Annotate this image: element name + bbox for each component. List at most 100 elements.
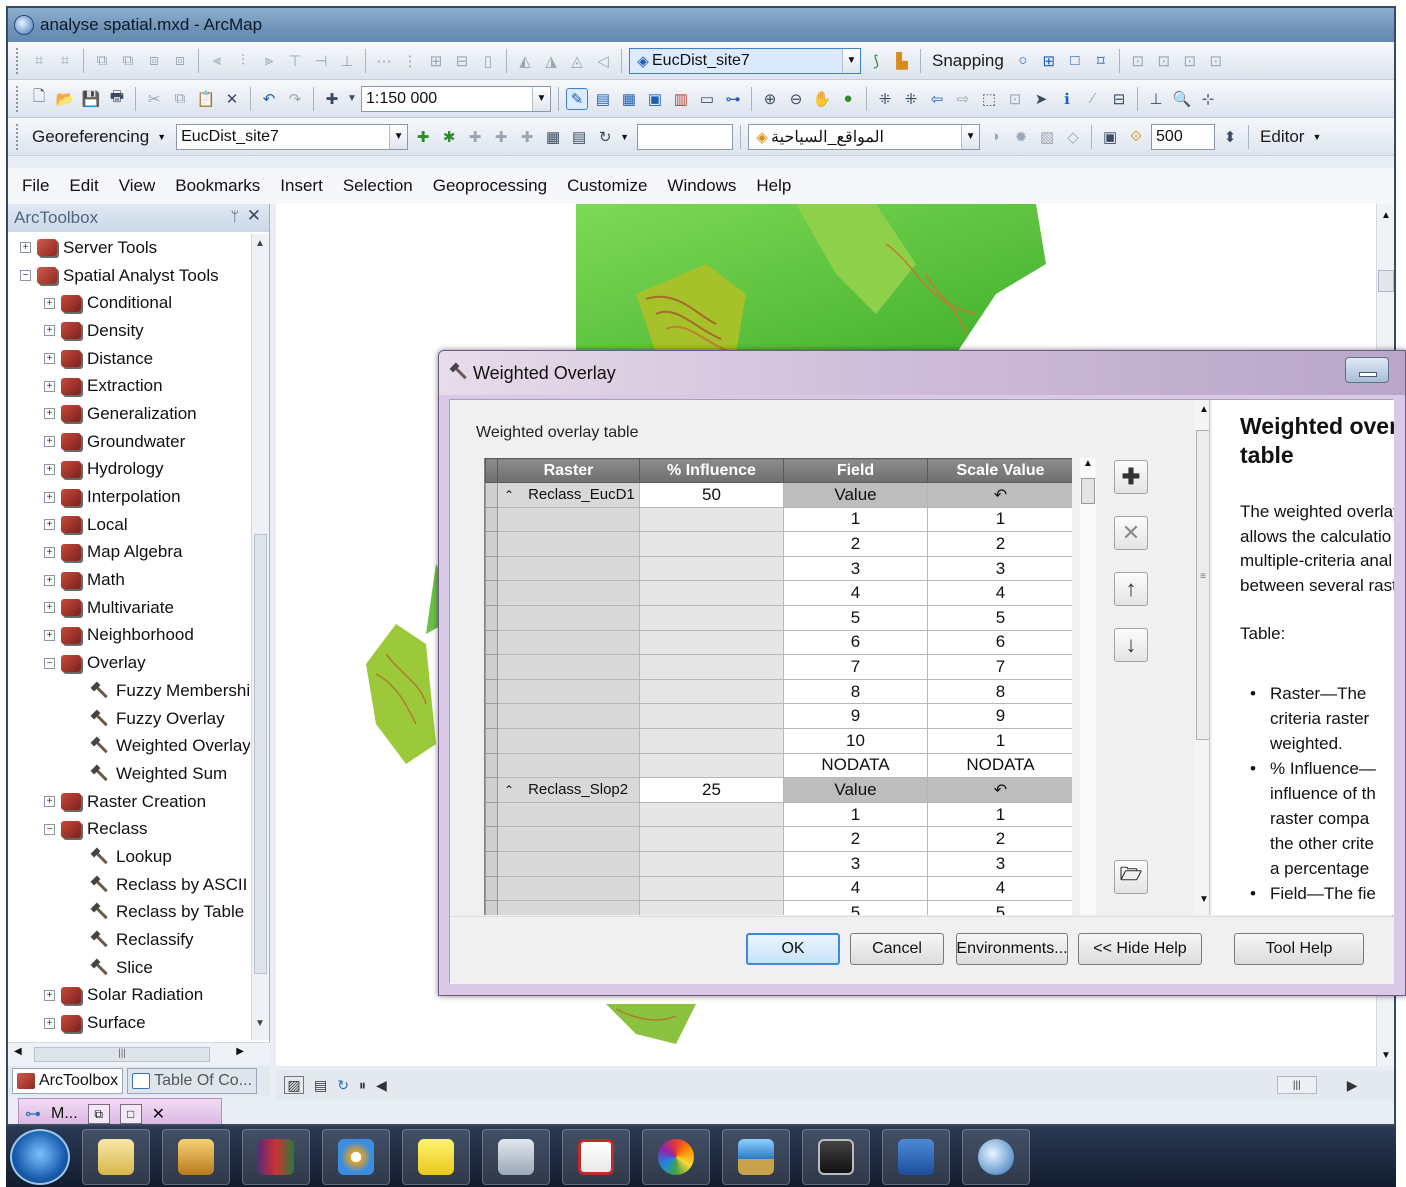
tree-item[interactable]: − Spatial Analyst Tools bbox=[8, 262, 250, 290]
scroll-down-icon[interactable]: ▼ bbox=[1381, 1050, 1391, 1061]
add-control-points-icon[interactable]: ✚ bbox=[412, 126, 434, 148]
brightness-icon[interactable]: ✹ bbox=[1010, 126, 1032, 148]
taskbar-pdf[interactable] bbox=[562, 1128, 630, 1185]
rotate-icon[interactable]: ↻ bbox=[594, 126, 616, 148]
undo-icon[interactable]: ↶ bbox=[994, 487, 1007, 504]
find-icon[interactable]: 🔍 bbox=[1171, 88, 1193, 110]
toolbox-horizontal-scrollbar[interactable]: ◀ ||| ▶ bbox=[8, 1042, 270, 1066]
effects-icon[interactable]: ⟆ bbox=[865, 50, 887, 72]
scroll-right-icon[interactable]: ▶ bbox=[236, 1046, 244, 1057]
chevron-down-icon[interactable]: ▼ bbox=[620, 132, 629, 142]
distribute-icon[interactable]: ⋯ bbox=[373, 50, 395, 72]
disabled-tool-icon[interactable]: ⊡ bbox=[1127, 50, 1149, 72]
restore-icon[interactable]: ⧉ bbox=[87, 1104, 110, 1124]
scale-value-cell[interactable]: 9 bbox=[927, 703, 1072, 729]
new-document-icon[interactable]: 🗋 bbox=[28, 88, 50, 110]
tree-item[interactable]: + Extraction bbox=[8, 372, 250, 400]
taskbar-photo-viewer[interactable] bbox=[722, 1128, 790, 1185]
table-scrollbar[interactable]: ▲ bbox=[1080, 458, 1096, 914]
scroll-thumb[interactable]: ≡ bbox=[1196, 430, 1209, 740]
print-icon[interactable]: 🖶 bbox=[106, 88, 128, 110]
row-selector[interactable] bbox=[485, 506, 498, 533]
taskbar-winrar[interactable] bbox=[242, 1128, 310, 1185]
table-row[interactable]: 88 bbox=[485, 678, 1072, 705]
tree-item[interactable]: + Generalization bbox=[8, 400, 250, 428]
vertex-snap-icon[interactable]: □ bbox=[1064, 50, 1086, 72]
collapse-icon[interactable]: − bbox=[20, 270, 31, 282]
redo-icon[interactable]: ↷ bbox=[284, 88, 306, 110]
expand-icon[interactable]: + bbox=[44, 408, 55, 420]
layout-tool-icon[interactable]: ⌗ bbox=[54, 50, 76, 72]
move-down-button[interactable]: ↓ bbox=[1114, 628, 1148, 662]
scale-value-cell[interactable]: 4 bbox=[927, 580, 1072, 606]
scroll-down-icon[interactable]: ▼ bbox=[1199, 894, 1209, 905]
chevron-down-icon[interactable]: ▼ bbox=[389, 124, 408, 149]
menu-geoprocessing[interactable]: Geoprocessing bbox=[433, 176, 547, 196]
chevron-down-icon[interactable]: ▼ bbox=[1312, 132, 1321, 142]
model-builder-mini-window[interactable]: ⊶ M... ⧉ □ ✕ bbox=[18, 1098, 222, 1124]
menu-file[interactable]: File bbox=[22, 176, 49, 196]
group-icon[interactable]: ⧉ bbox=[91, 50, 113, 72]
tree-item[interactable]: Weighted Sum bbox=[8, 760, 250, 788]
undo-icon[interactable]: ↶ bbox=[994, 782, 1007, 799]
scale-value-cell[interactable]: 8 bbox=[927, 678, 1072, 705]
tree-item[interactable]: + Local bbox=[8, 511, 250, 539]
end-snap-icon[interactable]: ⊞ bbox=[1038, 50, 1060, 72]
scale-value-cell[interactable]: 7 bbox=[927, 654, 1072, 680]
tree-item[interactable]: + Hydrology bbox=[8, 456, 250, 484]
scroll-thumb[interactable] bbox=[254, 534, 267, 974]
expand-icon[interactable]: + bbox=[44, 796, 55, 808]
taskbar-movie-maker[interactable] bbox=[802, 1128, 870, 1185]
hide-help-button[interactable]: << Hide Help bbox=[1078, 933, 1202, 965]
georef-layer-combo[interactable]: EucDist_site7 ▼ bbox=[176, 123, 409, 150]
row-selector[interactable] bbox=[485, 654, 498, 680]
undo-icon[interactable]: ↶ bbox=[258, 88, 280, 110]
expand-icon[interactable]: + bbox=[44, 297, 55, 309]
align-top-icon[interactable]: ⊤ bbox=[284, 50, 306, 72]
tree-item[interactable]: − Overlay bbox=[8, 649, 250, 677]
expand-icon[interactable]: + bbox=[44, 602, 55, 614]
expand-icon[interactable]: + bbox=[44, 491, 55, 503]
table-row[interactable]: 10 1 bbox=[485, 727, 1072, 754]
scroll-up-icon[interactable]: ▲ bbox=[1381, 210, 1391, 221]
flicker-rate-input[interactable]: 500 bbox=[1151, 123, 1216, 150]
collapse-icon[interactable]: ⌃ bbox=[504, 488, 514, 502]
expand-icon[interactable]: + bbox=[44, 436, 55, 448]
send-back-icon[interactable]: ⧈ bbox=[169, 50, 191, 72]
tree-item[interactable]: Slice bbox=[8, 954, 250, 982]
scroll-thumb[interactable]: ||| bbox=[1276, 1076, 1317, 1094]
table-row[interactable]: 11 bbox=[485, 506, 1072, 533]
toolbar-grip[interactable] bbox=[16, 85, 20, 112]
scale-value-cell[interactable]: 3 bbox=[927, 850, 1072, 877]
table-row[interactable]: 22 bbox=[485, 826, 1072, 852]
tree-item[interactable]: Reclass by Table bbox=[8, 899, 250, 927]
scroll-up-icon[interactable]: ▲ bbox=[1083, 458, 1093, 469]
align-right-icon[interactable]: ⫸ bbox=[258, 50, 280, 72]
scale-value-cell[interactable]: 5 bbox=[927, 604, 1072, 631]
scale-value-cell[interactable]: 6 bbox=[927, 629, 1072, 656]
expand-icon[interactable]: + bbox=[44, 989, 55, 1001]
scale-value-cell[interactable]: 4 bbox=[927, 875, 1072, 902]
environments-button[interactable]: Environments... bbox=[956, 933, 1068, 965]
row-selector[interactable] bbox=[485, 826, 498, 852]
scale-combo[interactable]: 1:150 000 ▼ bbox=[361, 85, 551, 112]
paste-icon[interactable]: 📋 bbox=[195, 88, 217, 110]
control-point-icon[interactable]: ✚ bbox=[464, 126, 486, 148]
toolbox-vertical-scrollbar[interactable]: ▲ ▼ bbox=[251, 234, 269, 1040]
table-row[interactable]: 22 bbox=[485, 531, 1072, 557]
chevron-down-icon[interactable]: ▼ bbox=[347, 88, 357, 110]
remove-raster-button[interactable]: ✕ bbox=[1114, 516, 1148, 550]
tree-item[interactable]: + Map Algebra bbox=[8, 539, 250, 567]
pan-icon[interactable]: ✋ bbox=[811, 88, 833, 110]
scale-value-cell[interactable]: 1 bbox=[927, 727, 1072, 754]
save-icon[interactable]: 💾 bbox=[80, 88, 102, 110]
disabled-tool-icon[interactable]: ⊡ bbox=[1153, 50, 1175, 72]
align-center-icon[interactable]: ⫶ bbox=[232, 50, 254, 72]
zoom-in-icon[interactable]: ⊕ bbox=[759, 88, 781, 110]
tab-arctoolbox[interactable]: ArcToolbox bbox=[12, 1068, 124, 1094]
zoom-out-icon[interactable]: ⊖ bbox=[785, 88, 807, 110]
tree-item[interactable]: Reclassify bbox=[8, 926, 250, 954]
influence-cell[interactable]: 25 bbox=[639, 777, 784, 803]
scale-value-cell[interactable]: 5 bbox=[927, 900, 1072, 915]
row-selector[interactable] bbox=[485, 629, 498, 656]
